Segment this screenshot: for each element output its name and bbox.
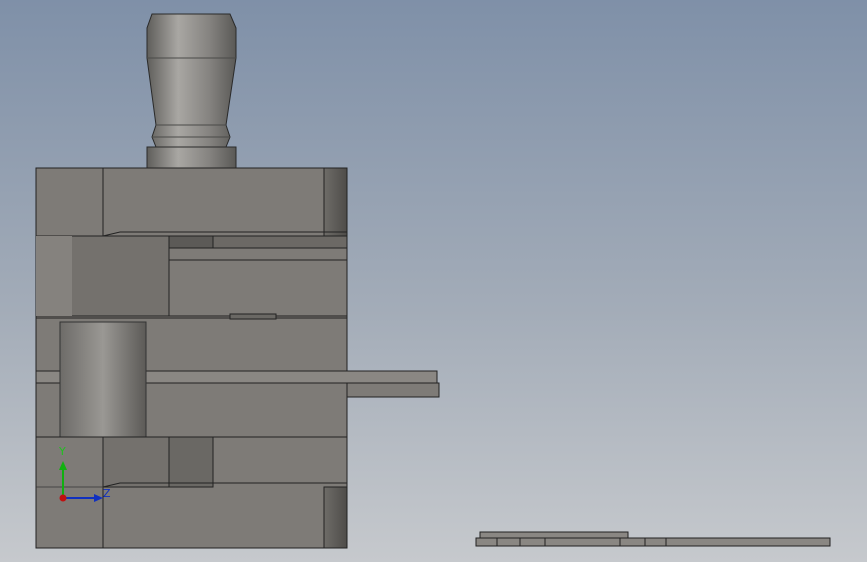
guide-pin[interactable]	[59, 321, 147, 438]
z-axis-label: Z	[103, 487, 111, 500]
handle-knob[interactable]	[146, 13, 237, 169]
cad-viewport[interactable]: Y Z	[0, 0, 867, 562]
strip-parts[interactable]	[475, 531, 831, 547]
y-axis-label: Y	[58, 445, 66, 458]
top-die-block[interactable]	[35, 167, 348, 319]
x-axis-dot	[59, 494, 67, 502]
bottom-die-block[interactable]	[35, 436, 348, 549]
